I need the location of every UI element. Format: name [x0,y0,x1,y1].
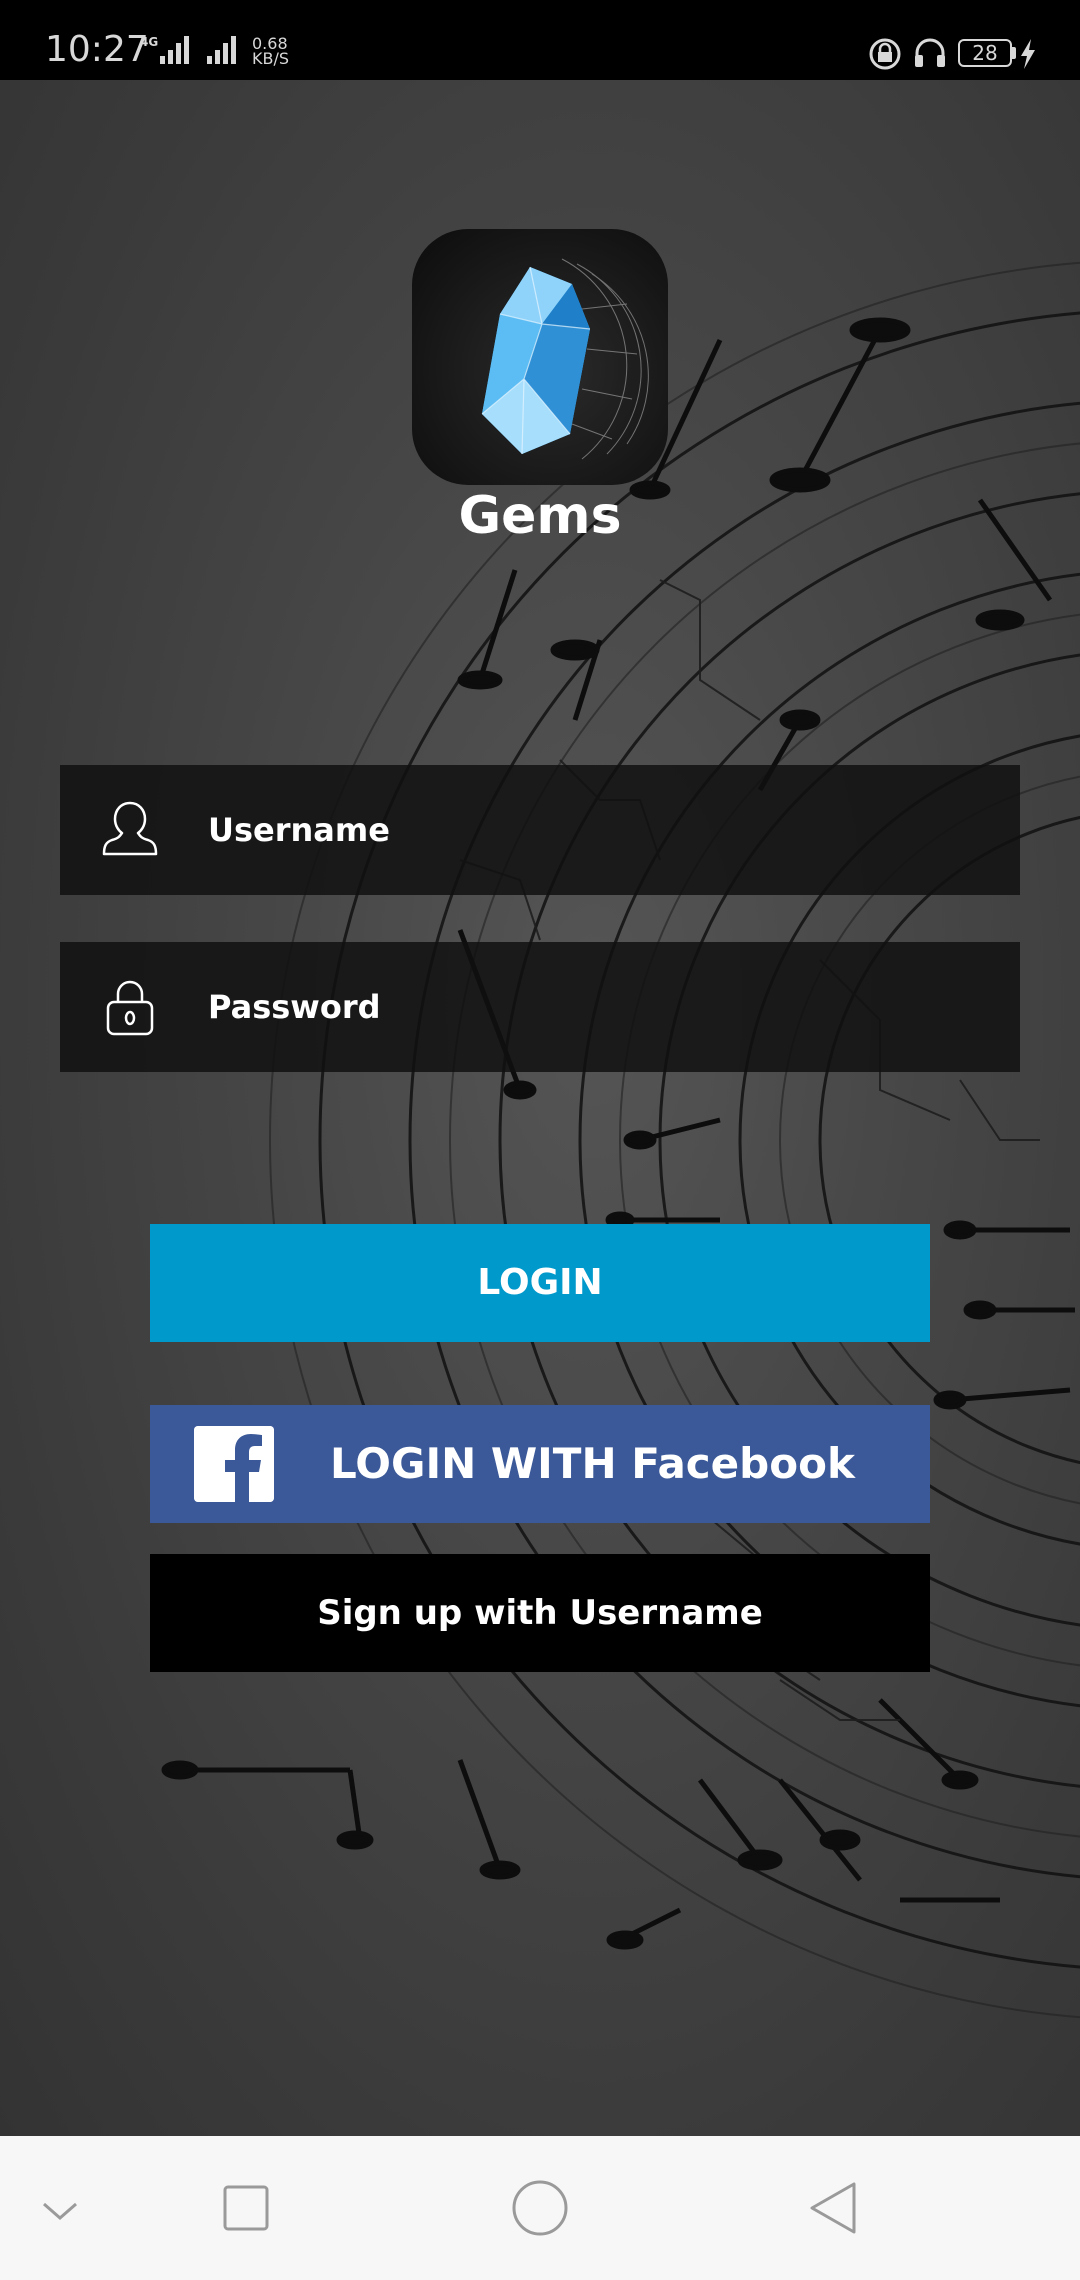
signal-icon [207,36,236,64]
signal-icon [160,36,189,64]
chevron-down-icon [43,2202,77,2220]
password-input[interactable] [208,942,988,1072]
password-field[interactable] [60,942,1020,1072]
app-icon [412,229,668,485]
padlock-icon [106,980,154,1036]
headset-icon [915,38,945,67]
login-screen: Gems LOGIN LOGIN WITH Facebook Sign up w… [0,80,1080,2136]
navigation-bar [0,2136,1080,2280]
user-icon [102,801,158,856]
status-time: 10:27 [45,29,149,70]
nav-collapse-button[interactable] [0,2136,120,2280]
home-circle-icon [512,2180,568,2236]
signup-button[interactable]: Sign up with Username [150,1554,930,1672]
rotation-lock-icon [869,38,901,70]
nav-back-button[interactable] [774,2136,894,2280]
battery-icon: 28 [958,39,1012,67]
app-name: Gems [458,486,622,546]
charging-bolt-icon [1021,39,1035,69]
login-button[interactable]: LOGIN [150,1224,930,1342]
facebook-logo-icon [194,1426,274,1502]
nav-home-button[interactable] [480,2136,600,2280]
battery-level: 28 [972,41,998,65]
gem-crystal-icon [481,258,649,460]
status-bar: 10:27 4G 0.68 KB/S 28 [0,0,1080,80]
facebook-login-button[interactable]: LOGIN WITH Facebook [150,1405,930,1523]
data-speed-unit: KB/S [252,49,290,68]
nav-recents-button[interactable] [186,2136,306,2280]
username-field[interactable] [60,765,1020,895]
username-input[interactable] [208,765,988,895]
recents-square-icon [223,2185,269,2231]
data-speed: 0.68 KB/S [252,36,290,68]
facebook-login-label: LOGIN WITH Facebook [330,1439,855,1488]
network-type: 4G [140,35,159,49]
battery-nub [1012,47,1016,59]
back-triangle-icon [810,2182,856,2234]
